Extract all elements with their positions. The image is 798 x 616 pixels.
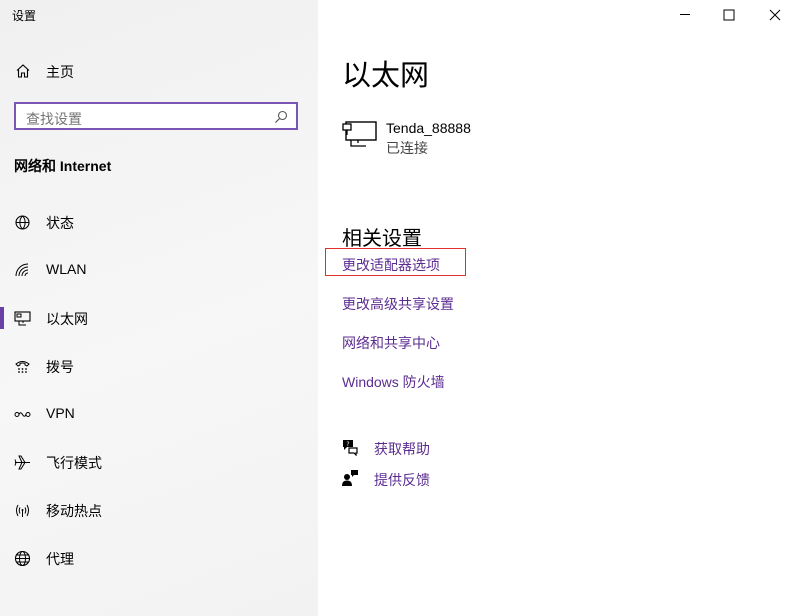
minimize-button[interactable]	[662, 0, 708, 30]
wifi-icon	[14, 262, 31, 279]
sidebar-item-label: 飞行模式	[46, 455, 102, 471]
sidebar-item-label: 移动热点	[46, 503, 102, 519]
sidebar-item-proxy[interactable]: 代理	[0, 538, 318, 578]
selection-indicator	[0, 307, 4, 329]
home-label: 主页	[46, 64, 74, 80]
dialup-icon	[14, 358, 31, 375]
svg-text:?: ?	[346, 441, 349, 448]
network-sharing-center-link[interactable]: 网络和共享中心	[342, 333, 440, 353]
home-icon	[15, 63, 31, 79]
close-button[interactable]	[752, 0, 798, 30]
advanced-sharing-settings-link[interactable]: 更改高级共享设置	[342, 294, 454, 314]
sidebar-item-label: 以太网	[46, 311, 88, 327]
status-icon	[14, 214, 31, 231]
maximize-button[interactable]	[706, 0, 752, 30]
hotspot-icon	[14, 502, 31, 519]
sidebar-item-dialup[interactable]: 拨号	[0, 346, 318, 386]
network-status: 已连接	[386, 140, 428, 156]
ethernet-icon	[14, 310, 31, 327]
sidebar-item-label: 状态	[46, 215, 74, 231]
get-help-link[interactable]: 获取帮助	[374, 439, 430, 459]
sidebar-item-status[interactable]: 状态	[0, 202, 318, 242]
sidebar-item-label: 代理	[46, 551, 74, 567]
section-title: 网络和 Internet	[14, 158, 112, 174]
close-icon	[769, 9, 781, 21]
related-settings-title: 相关设置	[342, 228, 422, 250]
maximize-icon	[723, 9, 735, 21]
search-icon[interactable]	[274, 110, 288, 124]
globe-icon	[14, 550, 31, 567]
network-name[interactable]: Tenda_88888	[386, 120, 471, 136]
help-icon: ?	[341, 438, 359, 457]
home-nav-item[interactable]: 主页	[0, 56, 318, 86]
sidebar-item-label: 拨号	[46, 359, 74, 375]
feedback-link[interactable]: 提供反馈	[374, 470, 430, 490]
feedback-icon	[341, 469, 359, 487]
search-input[interactable]: 查找设置	[14, 102, 298, 130]
sidebar-item-ethernet[interactable]: 以太网	[0, 298, 318, 338]
sidebar-item-vpn[interactable]: VPN	[0, 394, 318, 434]
sidebar-item-wlan[interactable]: WLAN	[0, 250, 318, 290]
ethernet-network-icon	[342, 119, 378, 149]
sidebar-item-label: VPN	[46, 405, 75, 421]
search-placeholder: 查找设置	[26, 111, 82, 127]
page-title: 以太网	[342, 60, 430, 92]
sidebar-item-airplane[interactable]: 飞行模式	[0, 442, 318, 482]
sidebar-item-hotspot[interactable]: 移动热点	[0, 490, 318, 530]
minimize-icon	[680, 14, 690, 15]
windows-firewall-link[interactable]: Windows 防火墙	[342, 372, 445, 392]
change-adapter-options-link[interactable]: 更改适配器选项	[342, 255, 440, 275]
sidebar: 设置 主页 查找设置 网络和 Internet 状态 WLAN 以太网 拨号 V…	[0, 0, 318, 616]
vpn-icon	[14, 406, 31, 423]
sidebar-item-label: WLAN	[46, 261, 87, 277]
app-title: 设置	[12, 9, 37, 23]
airplane-icon	[14, 454, 31, 471]
